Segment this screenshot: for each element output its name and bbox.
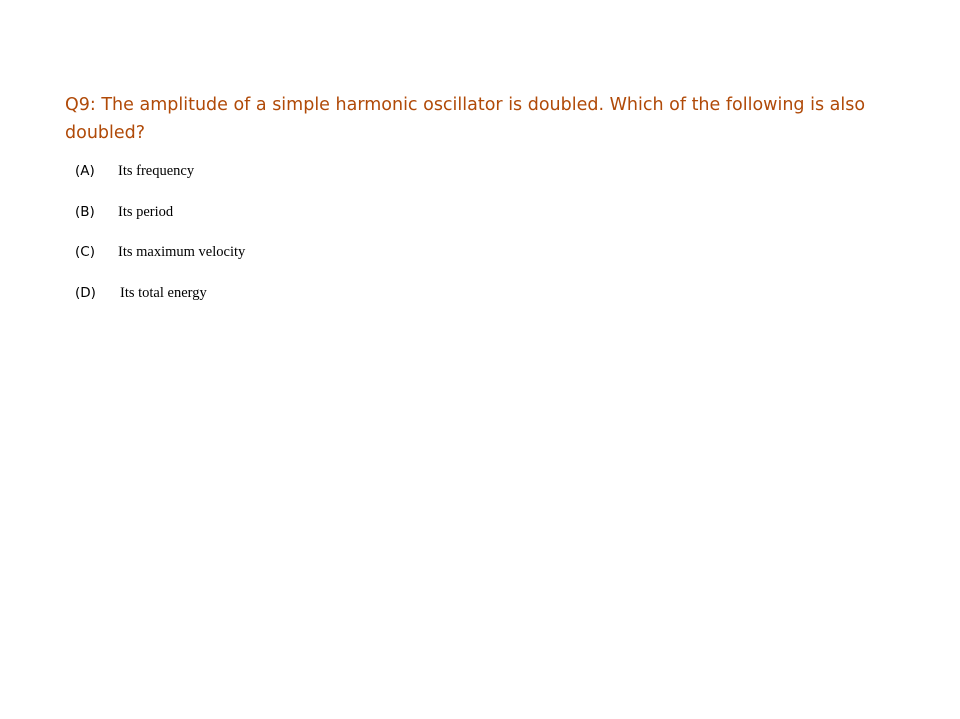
- option-d-letter: (D): [75, 285, 96, 301]
- option-c-letter: (C): [75, 244, 95, 260]
- question-text: Q9: The amplitude of a simple harmonic o…: [65, 95, 866, 143]
- option-d-text: Its total energy: [120, 285, 207, 301]
- slide: Q9: The amplitude of a simple harmonic o…: [0, 0, 960, 719]
- option-a-text: Its frequency: [118, 163, 195, 179]
- option-c[interactable]: (C) Its maximum velocity: [75, 241, 475, 263]
- option-a-letter: (A): [75, 163, 95, 179]
- option-a[interactable]: (A) Its frequency: [75, 160, 475, 182]
- option-b-letter: (B): [75, 204, 95, 220]
- option-d[interactable]: (D) Its total energy: [75, 282, 475, 304]
- option-b-text: Its period: [118, 204, 174, 220]
- option-c-text: Its maximum velocity: [118, 244, 246, 260]
- option-b[interactable]: (B) Its period: [75, 201, 475, 223]
